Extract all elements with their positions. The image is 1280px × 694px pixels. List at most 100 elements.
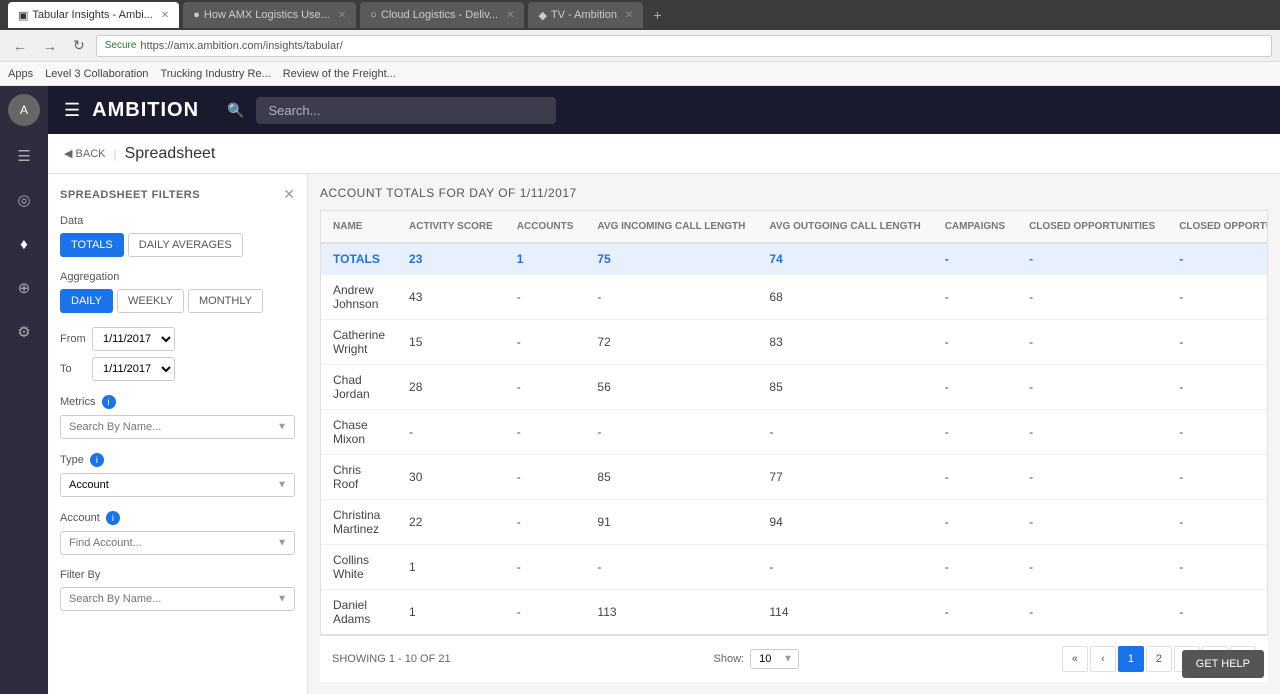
nav-settings-icon[interactable]: ⊕ bbox=[0, 266, 48, 310]
type-info-icon: i bbox=[90, 453, 104, 467]
table-cell: - bbox=[1167, 545, 1268, 590]
table-cell: 91 bbox=[585, 500, 757, 545]
table-row: Chad Jordan28-5685--- bbox=[321, 365, 1268, 410]
page-title: Spreadsheet bbox=[125, 145, 216, 163]
bookmark-apps[interactable]: Apps bbox=[8, 68, 33, 80]
table-cell: Collins White bbox=[321, 545, 397, 590]
tab-label: How AMX Logistics Use... bbox=[204, 9, 330, 21]
totals-activity-score: 23 bbox=[397, 243, 505, 275]
tab-close-btn[interactable]: ✕ bbox=[625, 10, 633, 21]
metrics-label: Metrics i bbox=[60, 395, 295, 409]
table-header-title: ACCOUNT TOTALS FOR DAY OF 1/11/2017 bbox=[320, 186, 1268, 200]
table-cell: 77 bbox=[757, 455, 932, 500]
table-cell: Christina Martinez bbox=[321, 500, 397, 545]
table-cell: - bbox=[585, 410, 757, 455]
nav-chart-icon[interactable]: ♦ bbox=[0, 222, 48, 266]
weekly-button[interactable]: WEEKLY bbox=[117, 289, 184, 313]
table-cell: - bbox=[505, 320, 586, 365]
aggregation-filter-section: Aggregation DAILY WEEKLY MONTHLY bbox=[60, 271, 295, 313]
table-row: Andrew Johnson43--68--- bbox=[321, 275, 1268, 320]
table-cell: - bbox=[397, 410, 505, 455]
totals-avg-outgoing: 74 bbox=[757, 243, 932, 275]
table-cell: - bbox=[585, 545, 757, 590]
hamburger-icon[interactable]: ☰ bbox=[64, 100, 80, 121]
monthly-button[interactable]: MONTHLY bbox=[188, 289, 263, 313]
to-date-select[interactable]: 1/11/2017 bbox=[92, 357, 175, 381]
daily-button[interactable]: DAILY bbox=[60, 289, 113, 313]
per-page-select[interactable]: 10 25 50 100 bbox=[750, 649, 799, 669]
nav-dashboard-icon[interactable]: ◎ bbox=[0, 178, 48, 222]
table-cell: 83 bbox=[757, 320, 932, 365]
col-name[interactable]: NAME bbox=[321, 211, 397, 243]
top-nav: ☰ AMBITION 🔍 bbox=[48, 86, 1280, 134]
type-select[interactable]: Account bbox=[60, 473, 295, 497]
col-avg-incoming[interactable]: AVG INCOMING CALL LENGTH bbox=[585, 211, 757, 243]
tab-cloud[interactable]: ○ Cloud Logistics - Deliv... ✕ bbox=[360, 2, 524, 28]
col-closed-opps[interactable]: CLOSED OPPORTUNITIES bbox=[1017, 211, 1167, 243]
tab-close-btn[interactable]: ✕ bbox=[338, 10, 346, 21]
left-nav: A ☰ ◎ ♦ ⊕ ⚙ bbox=[0, 86, 48, 694]
col-closed-rev[interactable]: CLOSED OPPORTUNITY REVENUE bbox=[1167, 211, 1268, 243]
totals-button[interactable]: TOTALS bbox=[60, 233, 124, 257]
aggregation-label: Aggregation bbox=[60, 271, 295, 283]
page-first-button[interactable]: « bbox=[1062, 646, 1088, 672]
table-cell: 30 bbox=[397, 455, 505, 500]
bookmark-trucking[interactable]: Trucking Industry Re... bbox=[160, 68, 270, 80]
table-cell: - bbox=[1167, 365, 1268, 410]
tab-favicon: ● bbox=[193, 9, 200, 21]
show-select-group: Show: 10 25 50 100 ▼ bbox=[714, 649, 800, 669]
metrics-info-icon: i bbox=[102, 395, 116, 409]
data-table-container: NAME ACTIVITY SCORE ACCOUNTS AVG INCOMIN… bbox=[320, 210, 1268, 635]
tab-tabular[interactable]: ▣ Tabular Insights - Ambi... ✕ bbox=[8, 2, 179, 28]
nav-avatar[interactable]: A bbox=[0, 86, 48, 134]
showing-text: SHOWING 1 - 10 OF 21 bbox=[332, 653, 451, 665]
table-cell: - bbox=[1167, 590, 1268, 635]
daily-averages-button[interactable]: DAILY AVERAGES bbox=[128, 233, 243, 257]
forward-nav-button[interactable]: → bbox=[38, 36, 62, 56]
table-header-row: NAME ACTIVITY SCORE ACCOUNTS AVG INCOMIN… bbox=[321, 211, 1268, 243]
table-cell: - bbox=[757, 545, 932, 590]
table-cell: - bbox=[1017, 410, 1167, 455]
metrics-search-input[interactable] bbox=[60, 415, 295, 439]
tab-close-btn[interactable]: ✕ bbox=[161, 10, 169, 21]
page-prev-button[interactable]: ‹ bbox=[1090, 646, 1116, 672]
tab-amx[interactable]: ● How AMX Logistics Use... ✕ bbox=[183, 2, 356, 28]
tab-favicon: ◆ bbox=[538, 9, 546, 22]
col-activity-score[interactable]: ACTIVITY SCORE bbox=[397, 211, 505, 243]
table-cell: - bbox=[585, 275, 757, 320]
bookmark-level3[interactable]: Level 3 Collaboration bbox=[45, 68, 148, 80]
nav-gear-icon[interactable]: ⚙ bbox=[0, 310, 48, 354]
table-row: Chase Mixon------- bbox=[321, 410, 1268, 455]
col-campaigns[interactable]: CAMPAIGNS bbox=[933, 211, 1017, 243]
address-bar[interactable]: Secure https://amx.ambition.com/insights… bbox=[96, 35, 1272, 57]
page-1-button[interactable]: 1 bbox=[1118, 646, 1144, 672]
table-cell: - bbox=[1167, 455, 1268, 500]
tab-close-btn[interactable]: ✕ bbox=[506, 10, 514, 21]
bookmark-review[interactable]: Review of the Freight... bbox=[283, 68, 396, 80]
back-nav-button[interactable]: ← bbox=[8, 36, 32, 56]
col-accounts[interactable]: ACCOUNTS bbox=[505, 211, 586, 243]
type-filter-section: Type i Account ▼ bbox=[60, 453, 295, 497]
tab-tv[interactable]: ◆ TV - Ambition ✕ bbox=[528, 2, 643, 28]
get-help-button[interactable]: GET HELP bbox=[1182, 650, 1264, 678]
table-row: Chris Roof30-8577--- bbox=[321, 455, 1268, 500]
table-cell: - bbox=[933, 410, 1017, 455]
page-2-button[interactable]: 2 bbox=[1146, 646, 1172, 672]
reload-button[interactable]: ↻ bbox=[68, 35, 90, 56]
table-cell: - bbox=[505, 455, 586, 500]
type-label: Type i bbox=[60, 453, 295, 467]
from-date-select[interactable]: 1/11/2017 bbox=[92, 327, 175, 351]
filterby-search-input[interactable] bbox=[60, 587, 295, 611]
account-search-input[interactable] bbox=[60, 531, 295, 555]
nav-menu-icon[interactable]: ☰ bbox=[0, 134, 48, 178]
search-icon: 🔍 bbox=[227, 102, 244, 119]
table-row: Catherine Wright15-7283--- bbox=[321, 320, 1268, 365]
col-avg-outgoing[interactable]: AVG OUTGOING CALL LENGTH bbox=[757, 211, 932, 243]
search-input[interactable] bbox=[256, 97, 556, 124]
back-button[interactable]: ◀ BACK bbox=[64, 147, 105, 160]
filters-close-button[interactable]: ✕ bbox=[283, 186, 295, 203]
table-cell: - bbox=[933, 545, 1017, 590]
tab-label: Tabular Insights - Ambi... bbox=[32, 9, 152, 21]
new-tab-button[interactable]: + bbox=[647, 3, 667, 27]
table-cell: Chad Jordan bbox=[321, 365, 397, 410]
